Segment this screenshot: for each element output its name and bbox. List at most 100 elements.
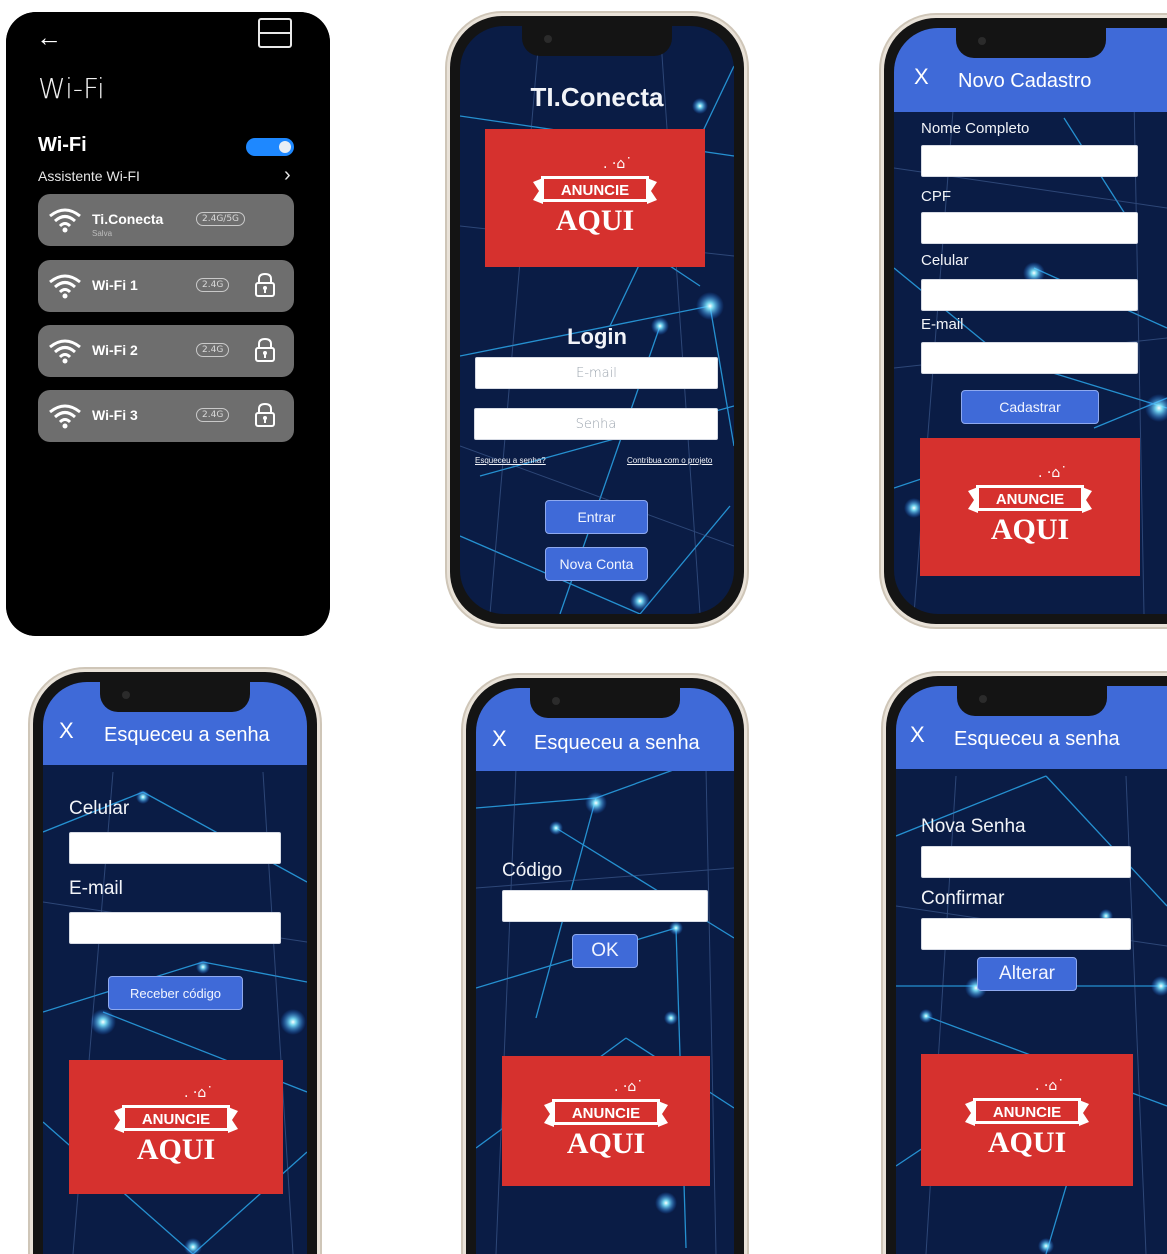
forgot-step1-screen: X Esqueceu a senha Celular E-mail Recebe…	[43, 682, 307, 1254]
forgot-step2-screen: X Esqueceu a senha Código OK ANUNCIE AQU…	[476, 688, 734, 1254]
ad-line2: AQUI	[567, 1127, 645, 1160]
ad-banner[interactable]: ANUNCIE AQUI	[920, 438, 1140, 576]
wifi-toggle[interactable]	[246, 138, 294, 156]
wifi-icon	[49, 339, 81, 364]
forgot-title: Esqueceu a senha	[954, 728, 1120, 750]
app-title: TI.Conecta	[530, 82, 664, 112]
phone-notch	[955, 28, 1106, 58]
password-input[interactable]: Senha	[474, 408, 718, 440]
forgot-title: Esqueceu a senha	[104, 724, 270, 746]
ad-line1: ANUNCIE	[561, 182, 629, 199]
new-password-input[interactable]	[921, 846, 1131, 878]
ad-banner[interactable]: ANUNCIE AQUI	[502, 1056, 710, 1186]
ok-button[interactable]: OK	[572, 934, 638, 968]
forgot-step1-phone: X Esqueceu a senha Celular E-mail Recebe…	[33, 672, 317, 1254]
wifi-phone: ← Wi-Fi Wi-Fi Assistente Wi-FI › Ti.Cone…	[6, 12, 330, 636]
lock-icon	[255, 337, 275, 362]
ad-line2: AQUI	[556, 204, 634, 237]
new-account-button[interactable]: Nova Conta	[545, 547, 648, 581]
contribute-link[interactable]: Contribua com o projeto	[627, 456, 712, 465]
page-title: Wi-Fi	[38, 72, 105, 105]
ad-line1: ANUNCIE	[993, 1104, 1061, 1121]
field-label-phone: Celular	[921, 252, 969, 269]
ad-banner[interactable]: ANUNCIE AQUI	[921, 1054, 1133, 1186]
network-item[interactable]: Wi-Fi 2 2.4G	[38, 325, 294, 377]
ad-line1: ANUNCIE	[572, 1105, 640, 1122]
network-item[interactable]: Wi-Fi 3 2.4G	[38, 390, 294, 442]
network-item[interactable]: Wi-Fi 1 2.4G	[38, 260, 294, 312]
email-input[interactable]	[921, 342, 1138, 374]
confirm-label: Confirmar	[921, 888, 1005, 909]
chevron-right-icon[interactable]: ›	[284, 164, 291, 187]
network-name: Wi-Fi 2	[92, 342, 138, 358]
phone-notch	[522, 26, 672, 56]
signup-title: Novo Cadastro	[958, 70, 1092, 92]
band-badge: 2.4G/5G	[196, 212, 246, 226]
cpf-input[interactable]	[921, 212, 1138, 244]
email-label: E-mail	[69, 878, 123, 899]
lock-icon	[255, 272, 275, 297]
phone-input[interactable]	[69, 832, 281, 864]
band-badge: 2.4G	[196, 278, 230, 292]
enter-button[interactable]: Entrar	[545, 500, 648, 534]
login-phone: TI.Conecta ANUNCIE AQUI Login E-mail Sen…	[450, 16, 744, 624]
network-name: Wi-Fi 1	[92, 277, 138, 293]
network-name: Wi-Fi 3	[92, 407, 138, 423]
field-label-name: Nome Completo	[921, 120, 1030, 137]
forgot-step3-screen: X Esqueceu a senha Nova Senha Confirmar …	[896, 686, 1167, 1254]
wifi-icon	[49, 404, 81, 429]
band-badge: 2.4G	[196, 408, 230, 422]
forgot-step2-phone: X Esqueceu a senha Código OK ANUNCIE AQU…	[466, 678, 744, 1254]
lock-icon	[255, 402, 275, 427]
signup-phone: X Novo Cadastro Nome Completo CPF Celula…	[884, 18, 1167, 624]
close-icon[interactable]: X	[59, 718, 74, 744]
phone-label: Celular	[69, 798, 130, 819]
email-input[interactable]	[69, 912, 281, 944]
ad-line2: AQUI	[988, 1126, 1066, 1159]
signup-button[interactable]: Cadastrar	[961, 390, 1099, 424]
ad-line2: AQUI	[991, 513, 1069, 546]
ad-banner[interactable]: ANUNCIE AQUI	[485, 129, 705, 267]
wifi-screen: ← Wi-Fi Wi-Fi Assistente Wi-FI › Ti.Cone…	[6, 12, 330, 636]
ad-logo: ANUNCIE AQUI	[968, 465, 1092, 546]
email-input[interactable]: E-mail	[475, 357, 718, 389]
ad-logo: ANUNCIE AQUI	[965, 1078, 1089, 1159]
field-label-email: E-mail	[921, 316, 964, 333]
ad-line2: AQUI	[137, 1133, 215, 1166]
back-arrow-icon[interactable]: ←	[36, 22, 62, 53]
forgot-password-link[interactable]: Esqueceu a senha?	[475, 456, 546, 465]
wifi-icon	[49, 274, 81, 299]
change-password-button[interactable]: Alterar	[977, 957, 1077, 991]
close-icon[interactable]: X	[910, 722, 925, 748]
wifi-icon	[49, 208, 81, 233]
ad-logo: ANUNCIE AQUI	[533, 156, 657, 237]
ad-line1: ANUNCIE	[142, 1111, 210, 1128]
login-screen: TI.Conecta ANUNCIE AQUI Login E-mail Sen…	[460, 26, 734, 614]
window-icon[interactable]	[258, 18, 292, 48]
login-title: Login	[567, 324, 627, 349]
new-password-label: Nova Senha	[921, 816, 1026, 837]
code-input[interactable]	[502, 890, 708, 922]
wifi-section-title: Wi-Fi	[38, 134, 87, 156]
phone-notch	[530, 688, 680, 718]
receive-code-button[interactable]: Receber código	[108, 976, 243, 1010]
forgot-title: Esqueceu a senha	[534, 732, 700, 754]
phone-input[interactable]	[921, 279, 1138, 311]
ad-line1: ANUNCIE	[996, 491, 1064, 508]
code-label: Código	[502, 860, 563, 881]
network-item[interactable]: Ti.Conecta 2.4G/5G Salva	[38, 194, 294, 246]
network-name: Ti.Conecta	[92, 211, 164, 227]
close-icon[interactable]: X	[914, 64, 929, 90]
band-badge: 2.4G	[196, 343, 230, 357]
confirm-password-input[interactable]	[921, 918, 1131, 950]
wifi-assistant-label[interactable]: Assistente Wi-FI	[38, 168, 140, 184]
ad-logo: ANUNCIE AQUI	[114, 1085, 238, 1166]
phone-notch	[956, 686, 1107, 716]
signup-screen: X Novo Cadastro Nome Completo CPF Celula…	[894, 28, 1167, 614]
network-status: Salva	[92, 229, 113, 238]
ad-banner[interactable]: ANUNCIE AQUI	[69, 1060, 283, 1194]
close-icon[interactable]: X	[492, 726, 507, 752]
ad-logo: ANUNCIE AQUI	[544, 1079, 668, 1160]
name-input[interactable]	[921, 145, 1138, 177]
field-label-cpf: CPF	[921, 188, 951, 205]
